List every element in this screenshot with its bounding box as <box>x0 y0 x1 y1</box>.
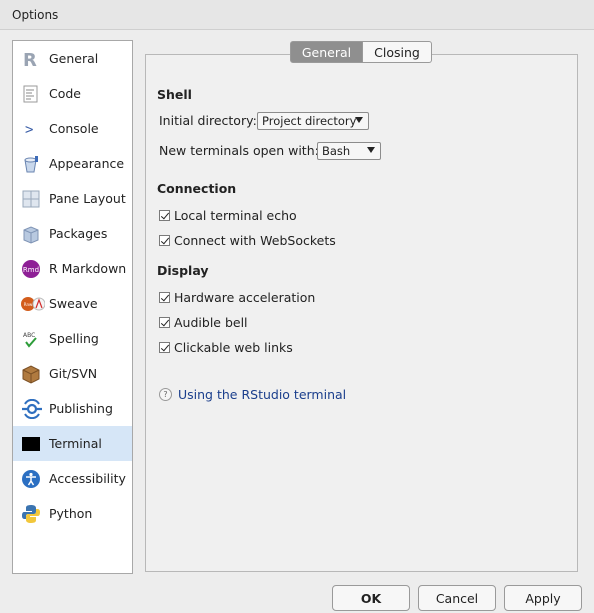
websockets-label: Connect with WebSockets <box>174 233 336 248</box>
sidebar-item-sweave[interactable]: Rnw Sweave <box>13 286 132 321</box>
new-terminals-select[interactable]: Bash <box>317 142 381 160</box>
r-logo-icon: R <box>21 49 41 71</box>
websockets-checkbox[interactable] <box>159 235 170 246</box>
sidebar-item-appearance[interactable]: Appearance <box>13 146 132 181</box>
terminal-icon <box>21 434 41 454</box>
code-document-icon <box>21 84 41 104</box>
chevron-down-icon <box>355 117 363 123</box>
ok-button[interactable]: OK <box>332 585 410 611</box>
console-prompt-icon: > <box>21 119 41 139</box>
pane-layout-icon <box>21 189 41 209</box>
rmd-icon: Rmd <box>21 259 41 279</box>
display-section-title: Display <box>157 263 209 278</box>
spelling-abc-icon: ABC <box>21 329 41 349</box>
sidebar-item-label: Git/SVN <box>49 366 98 381</box>
options-sidebar: R General Code > Console Appearance Pane… <box>12 40 133 574</box>
python-icon <box>21 504 41 524</box>
clickable-links-checkbox[interactable] <box>159 342 170 353</box>
svg-text:Rmd: Rmd <box>23 266 39 274</box>
websockets-checkbox-row[interactable]: Connect with WebSockets <box>159 233 336 248</box>
new-terminals-value: Bash <box>322 144 351 158</box>
sidebar-item-git-svn[interactable]: Git/SVN <box>13 356 132 391</box>
sidebar-item-label: General <box>49 51 99 66</box>
sidebar-item-label: Console <box>49 121 99 136</box>
paint-bucket-icon <box>21 154 41 174</box>
package-box-icon <box>21 224 41 244</box>
window-title: Options <box>12 8 59 22</box>
publishing-icon <box>21 398 42 419</box>
tab-closing[interactable]: Closing <box>363 41 432 63</box>
terminal-help-link[interactable]: Using the RStudio terminal <box>178 387 346 402</box>
cancel-button[interactable]: Cancel <box>418 585 496 611</box>
help-question-icon: ? <box>159 388 172 401</box>
sidebar-item-label: Python <box>49 506 93 521</box>
sidebar-item-general[interactable]: R General <box>13 41 132 76</box>
sidebar-item-accessibility[interactable]: Accessibility <box>13 461 132 496</box>
terminal-help-link-row[interactable]: ? Using the RStudio terminal <box>159 387 346 402</box>
audible-bell-checkbox[interactable] <box>159 317 170 328</box>
sidebar-item-code[interactable]: Code <box>13 76 132 111</box>
sweave-icon: Rnw <box>21 294 46 314</box>
sidebar-item-label: Terminal <box>49 436 102 451</box>
terminal-options-panel <box>145 54 578 572</box>
hardware-acceleration-label: Hardware acceleration <box>174 290 316 305</box>
sidebar-item-publishing[interactable]: Publishing <box>13 391 132 426</box>
initial-directory-label: Initial directory: <box>159 113 257 128</box>
sidebar-item-label: Appearance <box>49 156 125 171</box>
svg-text:ABC: ABC <box>23 332 35 339</box>
sidebar-item-label: R Markdown <box>49 261 127 276</box>
sidebar-item-label: Accessibility <box>49 471 126 486</box>
svg-text:>: > <box>25 122 33 138</box>
tab-bar: General Closing <box>290 41 432 63</box>
accessibility-icon <box>21 469 41 489</box>
sidebar-item-packages[interactable]: Packages <box>13 216 132 251</box>
svg-text:R: R <box>23 50 37 69</box>
local-echo-checkbox[interactable] <box>159 210 170 221</box>
sidebar-item-r-markdown[interactable]: Rmd R Markdown <box>13 251 132 286</box>
git-box-icon <box>21 364 41 384</box>
audible-bell-label: Audible bell <box>174 315 248 330</box>
shell-section-title: Shell <box>157 87 192 102</box>
hardware-acceleration-checkbox[interactable] <box>159 292 170 303</box>
audible-bell-checkbox-row[interactable]: Audible bell <box>159 315 248 330</box>
sidebar-item-label: Sweave <box>49 296 98 311</box>
clickable-links-checkbox-row[interactable]: Clickable web links <box>159 340 293 355</box>
hardware-acceleration-checkbox-row[interactable]: Hardware acceleration <box>159 290 315 305</box>
sidebar-item-label: Pane Layout <box>49 191 126 206</box>
tab-general[interactable]: General <box>290 41 363 63</box>
sidebar-item-console[interactable]: > Console <box>13 111 132 146</box>
sidebar-item-terminal[interactable]: Terminal <box>13 426 132 461</box>
sidebar-item-python[interactable]: Python <box>13 496 132 531</box>
chevron-down-icon <box>367 147 375 153</box>
local-echo-checkbox-row[interactable]: Local terminal echo <box>159 208 297 223</box>
sidebar-item-label: Publishing <box>49 401 113 416</box>
svg-text:Rnw: Rnw <box>24 302 33 307</box>
sidebar-item-label: Spelling <box>49 331 99 346</box>
sidebar-item-label: Code <box>49 86 82 101</box>
sidebar-item-pane-layout[interactable]: Pane Layout <box>13 181 132 216</box>
new-terminals-label: New terminals open with: <box>159 143 319 158</box>
initial-directory-value: Project directory <box>262 114 357 128</box>
initial-directory-select[interactable]: Project directory <box>257 112 369 130</box>
apply-button[interactable]: Apply <box>504 585 582 611</box>
connection-section-title: Connection <box>157 181 237 196</box>
local-echo-label: Local terminal echo <box>174 208 297 223</box>
clickable-links-label: Clickable web links <box>174 340 293 355</box>
sidebar-item-spelling[interactable]: ABC Spelling <box>13 321 132 356</box>
sidebar-item-label: Packages <box>49 226 108 241</box>
title-bar: Options <box>0 0 594 30</box>
